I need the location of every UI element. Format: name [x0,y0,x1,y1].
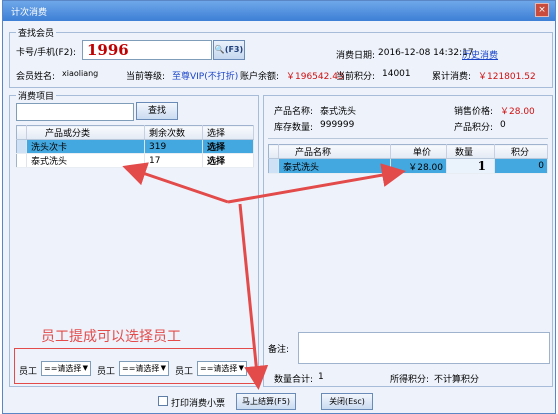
table-row[interactable]: 洗头次卡 319 选择 [16,139,254,154]
print-checkbox[interactable] [158,396,168,406]
history-link[interactable]: 历史消费 [462,48,498,61]
remark-label: 备注: [268,345,290,355]
cart-qty[interactable]: 1 [446,158,495,174]
member-group-title: 查找会员 [16,26,57,39]
col-choose: 选择 [202,125,254,140]
earned-label: 所得积分: [390,375,430,385]
staff-select-1[interactable]: ==请选择 ▼ [41,361,91,376]
staff-select-2[interactable]: ==请选择 ▼ [119,361,169,376]
remark-input[interactable] [298,332,550,364]
chevron-down-icon: ▼ [238,364,244,372]
points-label: 当前积分: [336,72,376,82]
product-panel: 产品名称: 泰式洗头 销售价格: ￥28.00 库存数量: 999999 产品积… [263,95,553,387]
table-row[interactable]: 泰式洗头 ￥28.00 1 0 [268,158,548,174]
price-label: 销售价格: [454,107,494,117]
row-marker [16,153,27,168]
date-label: 消费日期: [336,51,376,61]
qty-total-value: 1 [318,372,324,382]
row-marker [16,139,27,154]
item-search-input[interactable] [16,103,134,121]
chevron-down-icon: ▼ [160,364,166,372]
name-label: 会员姓名: [16,72,56,82]
items-table-header: 产品或分类 剩余次数 选择 [16,125,254,140]
choose-button[interactable]: 选择 [202,139,254,154]
item-count: 319 [144,139,203,154]
row-marker [268,158,279,174]
member-group: 查找会员 卡号/手机(F2): 1996 🔍(F3) 消费日期: 2016-12… [9,26,553,88]
row-marker-header [268,144,279,159]
level-value: 至尊VIP(不打折) [172,72,239,82]
chevron-down-icon: ▼ [82,364,88,372]
pay-button[interactable]: 马上结算(F5) [236,393,296,410]
print-label: 打印消费小票 [171,399,226,409]
product-points-value: 0 [500,120,506,130]
staff-annotation-box: 员工 ==请选择 ▼ 员工 ==请选择 ▼ 员工 ==请选择 ▼ [14,348,256,384]
price-value: ￥28.00 [500,107,535,117]
consume-window: 计次消费 × 查找会员 卡号/手机(F2): 1996 🔍(F3) 消费日期: … [2,0,556,414]
staff-label-3: 员工 [175,367,194,377]
col-price: 单价 [390,144,447,159]
stock-label: 库存数量: [274,123,314,133]
search-icon: 🔍 [214,45,225,54]
col-count: 剩余次数 [144,125,203,140]
date-value: 2016-12-08 14:32:17 [378,48,474,58]
earned-value: 不计算积分 [434,375,480,385]
member-search-button[interactable]: 🔍(F3) [213,40,245,60]
divider [268,138,548,139]
stock-value: 999999 [320,120,355,130]
table-row[interactable]: 泰式洗头 17 选择 [16,153,254,168]
product-name-label: 产品名称: [274,107,314,117]
level-label: 当前等级: [126,72,166,82]
choose-button[interactable]: 选择 [202,153,254,168]
points-value: 14001 [382,69,411,79]
items-group-title: 消费项目 [16,89,57,102]
col-qty: 数量 [446,144,495,159]
total-label: 累计消费: [432,72,472,82]
staff-label-1: 员工 [19,367,38,377]
item-search-button[interactable]: 查找 [136,102,178,120]
cart-table: 产品名称 单价 数量 积分 泰式洗头 ￥28.00 1 0 [268,144,548,174]
cart-price: ￥28.00 [390,158,447,174]
cart-product: 泰式洗头 [278,158,391,174]
row-marker-header [16,125,27,140]
col-points: 积分 [494,144,548,159]
card-label: 卡号/手机(F2): [16,48,76,58]
product-name-value: 泰式洗头 [320,107,357,117]
qty-total-label: 数量合计: [274,375,314,385]
cart-table-header: 产品名称 单价 数量 积分 [268,144,548,159]
card-input[interactable]: 1996 [82,40,212,60]
staff-annotation-note: 员工提成可以选择员工 [41,329,181,345]
total-value: ￥121801.52 [478,72,536,82]
close-button[interactable]: 关闭(Esc) [321,393,373,410]
title-bar: 计次消费 × [3,1,555,21]
item-count: 17 [144,153,203,168]
item-name: 泰式洗头 [26,153,145,168]
staff-label-2: 员工 [97,367,116,377]
window-title: 计次消费 [11,8,48,18]
staff-select-3[interactable]: ==请选择 ▼ [197,361,247,376]
cart-points: 0 [494,158,548,174]
balance-label: 账户余额: [240,72,280,82]
col-name: 产品或分类 [26,125,145,140]
items-table: 产品或分类 剩余次数 选择 洗头次卡 319 选择 泰式洗头 17 选择 [16,125,254,168]
item-name: 洗头次卡 [26,139,145,154]
product-points-label: 产品积分: [454,123,494,133]
footer-bar: 打印消费小票 马上结算(F5) 关闭(Esc) [3,387,555,414]
name-value: xiaoliang [62,69,99,78]
col-product: 产品名称 [278,144,391,159]
close-icon[interactable]: × [535,3,549,17]
